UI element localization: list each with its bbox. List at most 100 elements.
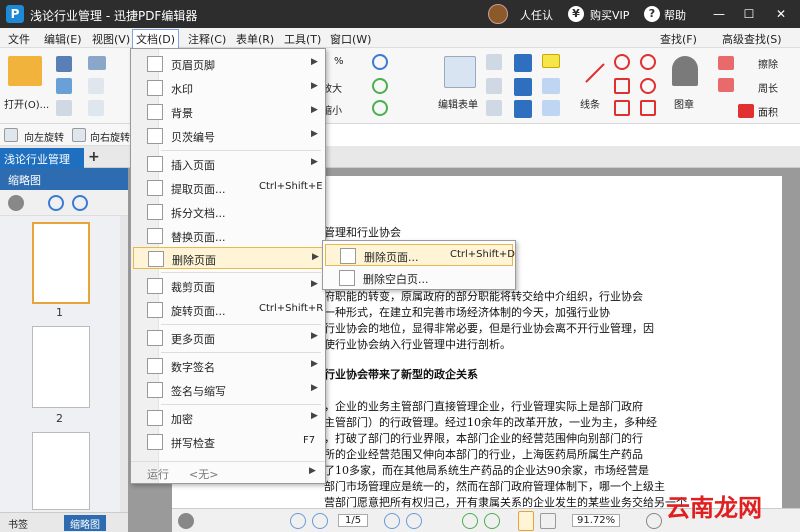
rotate-left-button[interactable]: 向左旋转 — [24, 129, 64, 144]
edit-form-icon[interactable] — [444, 56, 476, 88]
minimize-button[interactable]: — — [708, 4, 730, 24]
tab-bookmarks[interactable]: 书签 — [2, 515, 34, 531]
forward-icon[interactable] — [484, 513, 500, 529]
gear-icon[interactable] — [8, 195, 24, 211]
menu-window[interactable]: 窗口(W) — [330, 31, 371, 47]
menu-item-rotate-page[interactable]: 旋转页面... Ctrl+Shift+R — [133, 299, 323, 321]
menu-item-more-pages[interactable]: 更多页面 ▶ — [133, 327, 323, 349]
menu-item-sign-initials[interactable]: 签名与缩写 ▶ — [133, 379, 323, 401]
vip-icon[interactable]: ¥ — [568, 6, 584, 22]
buy-vip-link[interactable]: 购买VIP — [590, 7, 629, 23]
callout-icon[interactable] — [514, 100, 532, 118]
run-action-row[interactable]: 运行 <无> ▶ — [131, 461, 325, 483]
zoom-in-thumb-icon[interactable] — [48, 195, 64, 211]
back-icon[interactable] — [462, 513, 478, 529]
menu-edit[interactable]: 编辑(E) — [44, 31, 82, 47]
maximize-button[interactable]: ☐ — [738, 4, 760, 24]
find-link[interactable]: 查找(F) — [660, 31, 697, 47]
settings-icon[interactable] — [178, 513, 194, 529]
highlight-icon[interactable] — [542, 78, 560, 94]
menu-item-header-footer[interactable]: 页眉页脚 ▶ — [133, 53, 323, 75]
menu-item-watermark[interactable]: 水印 ▶ — [133, 77, 323, 99]
rotate-left-icon[interactable] — [4, 128, 18, 142]
checkbox-tool-icon[interactable] — [486, 78, 502, 94]
textbox-icon[interactable] — [514, 78, 532, 96]
first-page-icon[interactable] — [290, 513, 306, 529]
rotate-right-icon[interactable] — [72, 128, 86, 142]
single-page-icon[interactable] — [518, 511, 534, 531]
page-number-input[interactable]: 1/5 — [338, 514, 369, 527]
page-thumbnail-1[interactable] — [32, 222, 90, 304]
help-icon[interactable]: ? — [644, 6, 660, 22]
edit-form-label[interactable]: 编辑表单 — [438, 96, 478, 111]
rectangle-tool-icon[interactable] — [614, 100, 630, 116]
advanced-find-link[interactable]: 高级查找(S) — [722, 31, 782, 47]
continuous-icon[interactable] — [540, 513, 556, 529]
oval-tool-icon[interactable] — [640, 78, 656, 94]
menu-comment[interactable]: 注释(C) — [188, 31, 226, 47]
pencil-tool-icon[interactable] — [640, 100, 656, 116]
open-folder-icon[interactable] — [8, 56, 42, 86]
menu-item-digital-signature[interactable]: 数字签名 ▶ — [133, 355, 323, 377]
stamp-icon[interactable] — [672, 56, 698, 86]
close-button[interactable]: ✕ — [770, 4, 792, 24]
open-button-label[interactable]: 打开(O)... — [4, 96, 49, 111]
zoom-dropdown[interactable]: 91.72% — [572, 514, 621, 527]
menu-item-extract-page[interactable]: 提取页面... Ctrl+Shift+E — [133, 177, 323, 199]
email-icon[interactable] — [88, 56, 106, 70]
next-page-icon[interactable] — [384, 513, 400, 529]
eraser-label[interactable]: 擦除 — [758, 56, 778, 71]
menu-item-spell-check[interactable]: 拼写检查 F7 — [133, 431, 323, 453]
line-tool-icon[interactable] — [585, 63, 605, 83]
page-thumbnail-2[interactable] — [32, 326, 90, 408]
circle-tool-icon[interactable] — [614, 54, 630, 70]
eraser-icon[interactable] — [718, 56, 734, 70]
print-icon[interactable] — [56, 78, 72, 94]
page-thumbnail-3[interactable] — [32, 432, 90, 510]
menu-item-delete-blank-pages[interactable]: 删除空白页... — [325, 267, 513, 289]
zoom-out-icon[interactable] — [646, 513, 662, 529]
menu-document[interactable]: 文档(D) — [132, 29, 180, 49]
typewriter-icon[interactable] — [514, 54, 532, 72]
last-page-icon[interactable] — [406, 513, 422, 529]
help-link[interactable]: 帮助 — [664, 7, 686, 23]
menu-item-split-doc[interactable]: 拆分文档... — [133, 201, 323, 223]
rotate-right-button[interactable]: 向右旋转 — [90, 129, 130, 144]
stamp-label[interactable]: 图章 — [674, 96, 694, 111]
menu-tools[interactable]: 工具(T) — [284, 31, 321, 47]
perimeter-label[interactable]: 周长 — [758, 80, 778, 95]
add-tab-button[interactable]: + — [88, 149, 100, 165]
list-tool-icon[interactable] — [486, 100, 502, 116]
tab-document[interactable]: 浅论行业管理 — [0, 148, 84, 168]
note-icon[interactable] — [542, 54, 560, 68]
underline-icon[interactable] — [542, 100, 560, 116]
select-icon[interactable] — [88, 78, 104, 94]
zoom-in-icon[interactable] — [372, 54, 388, 70]
menu-item-background[interactable]: 背景 ▶ — [133, 101, 323, 123]
menu-item-insert-page[interactable]: 插入页面 ▶ — [133, 153, 323, 175]
snapshot-icon[interactable] — [88, 100, 104, 116]
text-field-icon[interactable] — [486, 54, 502, 70]
menu-form[interactable]: 表单(R) — [236, 31, 274, 47]
rotate-cw-icon[interactable] — [372, 78, 388, 94]
line-tool-label[interactable]: 线条 — [580, 96, 600, 111]
cloud-tool-icon[interactable] — [640, 54, 656, 70]
menu-item-replace-page[interactable]: 替换页面... — [133, 225, 323, 247]
polygon-tool-icon[interactable] — [614, 78, 630, 94]
save-icon[interactable] — [56, 56, 72, 72]
prev-page-icon[interactable] — [312, 513, 328, 529]
zoom-out-thumb-icon[interactable] — [72, 195, 88, 211]
menu-item-crop-page[interactable]: 裁剪页面 ▶ — [133, 275, 323, 297]
menu-item-encrypt[interactable]: 加密 ▶ — [133, 407, 323, 429]
area-icon[interactable] — [738, 104, 754, 118]
user-name[interactable]: 人任认 — [520, 7, 553, 23]
area-label[interactable]: 面积 — [758, 104, 778, 119]
thumbnail-scrollbar[interactable] — [120, 216, 128, 512]
menu-view[interactable]: 视图(V) — [92, 31, 130, 47]
new-doc-icon[interactable] — [56, 100, 72, 116]
user-avatar[interactable] — [488, 4, 508, 24]
perimeter-icon[interactable] — [718, 78, 734, 92]
menu-item-delete-page[interactable]: 删除页面 ▶ — [133, 247, 323, 269]
rotate-ccw-icon[interactable] — [372, 100, 388, 116]
menu-item-bates[interactable]: 贝茨编号 ▶ — [133, 125, 323, 147]
